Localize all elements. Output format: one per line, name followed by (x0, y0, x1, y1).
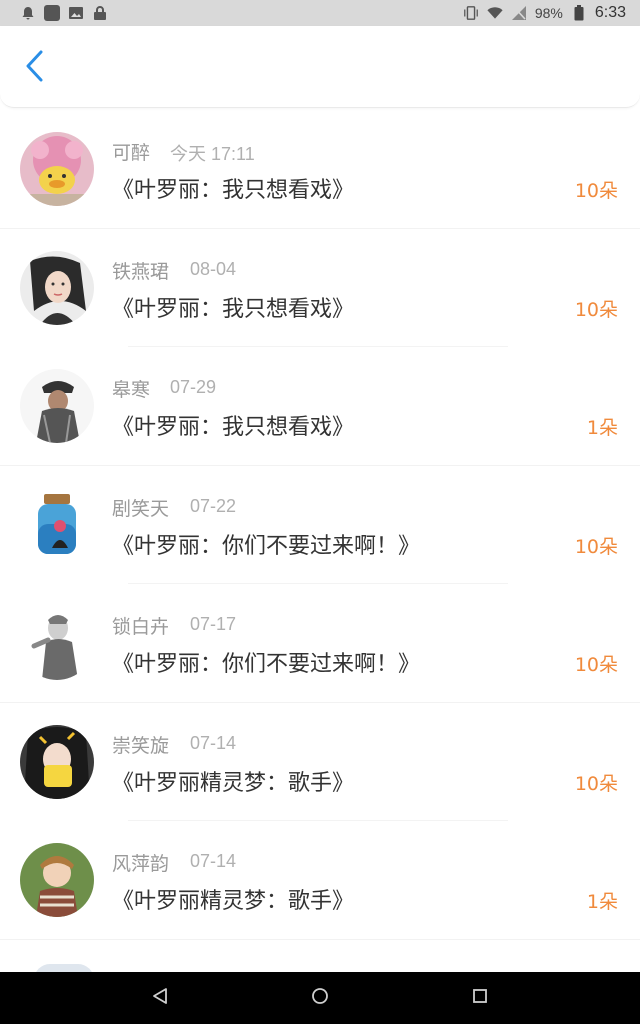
flower-count: 10朵 (574, 535, 618, 558)
sender-name: 崇笑旋 (112, 734, 170, 757)
work-title: 《叶罗丽：我只想看戏》 (112, 415, 355, 440)
app-notification-icon (44, 5, 60, 21)
list-item[interactable]: 风萍韵 07-14 《叶罗丽精灵梦：歌手》 1朵 (0, 821, 640, 940)
work-title: 《叶罗丽：我只想看戏》 (112, 296, 355, 322)
sender-name: 可醉 (112, 142, 151, 164)
list-item[interactable]: 剧笑天 07-22 《叶罗丽：你们不要过来啊！》 10朵 (0, 466, 640, 584)
chevron-left-icon (23, 49, 45, 87)
status-right: 98% 6:33 (463, 4, 626, 22)
sent-date: 07-14 (190, 851, 237, 871)
work-title: 《叶罗丽精灵梦：歌手》 (112, 889, 355, 914)
flower-count: 10朵 (574, 772, 618, 795)
flower-count: 10朵 (574, 180, 618, 202)
flower-count: 1朵 (586, 891, 618, 913)
sender-name: 铁燕珺 (112, 260, 170, 283)
avatar (20, 724, 94, 799)
circle-home-icon (311, 987, 329, 1009)
sender-name: 剧笑天 (112, 497, 170, 520)
divider (0, 938, 640, 940)
avatar (20, 487, 94, 562)
nav-recents-button[interactable] (465, 983, 495, 1013)
sent-date: 07-14 (190, 732, 237, 753)
flower-count: 1朵 (586, 417, 618, 439)
sent-date: 08-04 (190, 258, 237, 279)
status-bar: 98% 6:33 (0, 0, 640, 26)
sender-name: 锁白卉 (112, 616, 170, 638)
sent-date: 今天 17:11 (170, 144, 255, 164)
no-signal-icon (511, 5, 527, 21)
system-nav-bar (0, 972, 640, 1024)
sender-name: 皋寒 (112, 379, 151, 401)
flower-count: 10朵 (574, 654, 618, 676)
back-button[interactable] (14, 48, 54, 88)
avatar (20, 250, 94, 325)
list-item[interactable]: 崇笑旋 07-14 《叶罗丽精灵梦：歌手》 10朵 (0, 703, 640, 821)
sent-date: 07-22 (190, 495, 237, 516)
battery-icon (571, 5, 587, 21)
list-item[interactable]: 锁白卉 07-17 《叶罗丽：你们不要过来啊！》 10朵 (0, 584, 640, 703)
avatar (20, 606, 94, 680)
gift-list: 可醉 今天 17:11 《叶罗丽：我只想看戏》 10朵 铁燕珺 08-04 《叶… (0, 110, 640, 940)
work-title: 《叶罗丽：你们不要过来啊！》 (112, 652, 421, 677)
list-item[interactable]: 铁燕珺 08-04 《叶罗丽：我只想看戏》 10朵 (0, 229, 640, 347)
list-item[interactable]: 可醉 今天 17:11 《叶罗丽：我只想看戏》 10朵 (0, 110, 640, 229)
clock: 6:33 (594, 4, 626, 21)
wifi-icon (487, 5, 503, 21)
vibrate-icon (463, 5, 479, 21)
list-item[interactable]: 皋寒 07-29 《叶罗丽：我只想看戏》 1朵 (0, 347, 640, 466)
nav-back-button[interactable] (145, 983, 175, 1013)
work-title: 《叶罗丽：你们不要过来啊！》 (112, 533, 421, 559)
flower-count: 10朵 (574, 298, 618, 321)
lock-icon (92, 5, 108, 21)
nav-home-button[interactable] (305, 983, 335, 1013)
avatar (20, 843, 94, 917)
triangle-back-icon (152, 987, 168, 1009)
image-notification-icon (68, 5, 84, 21)
notification-bell-icon (20, 5, 36, 21)
avatar (20, 132, 94, 206)
sender-name: 风萍韵 (112, 853, 170, 875)
battery-percent: 98% (534, 5, 563, 21)
status-left (20, 5, 108, 21)
sent-date: 07-29 (170, 377, 217, 397)
sent-date: 07-17 (190, 614, 237, 634)
avatar (20, 369, 94, 443)
work-title: 《叶罗丽：我只想看戏》 (112, 178, 355, 203)
square-recents-icon (472, 988, 488, 1008)
work-title: 《叶罗丽精灵梦：歌手》 (112, 770, 355, 796)
app-header (0, 26, 640, 108)
